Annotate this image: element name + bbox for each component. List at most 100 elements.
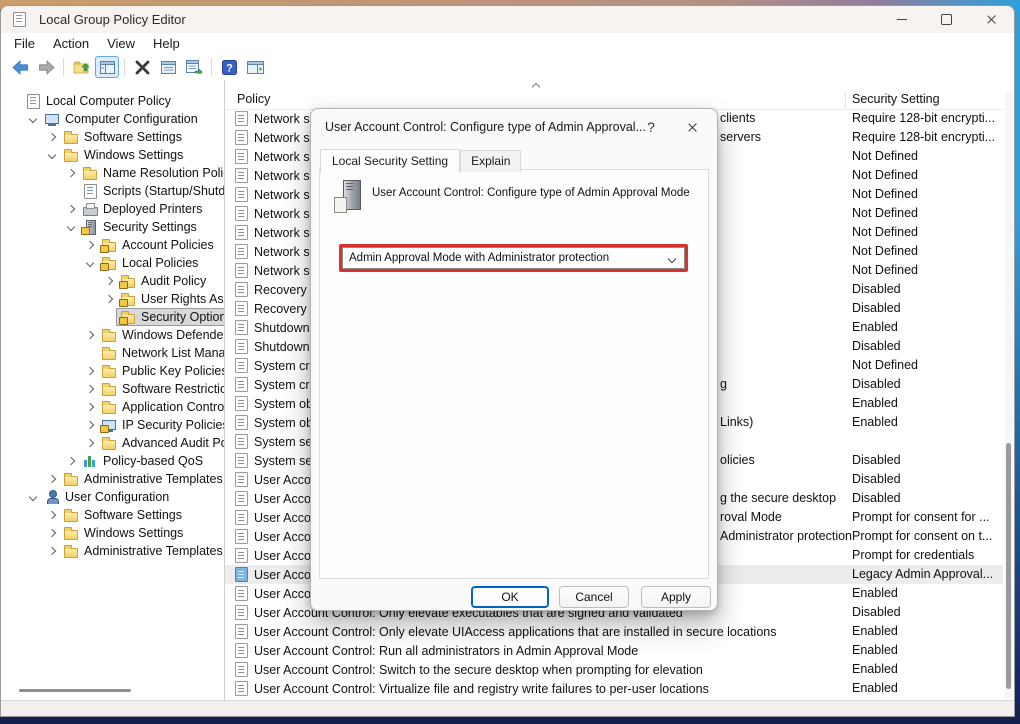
- scripts-icon: [82, 184, 98, 198]
- tree-item-software-settings[interactable]: Software Settings: [1, 128, 224, 146]
- apply-button[interactable]: Apply: [641, 586, 711, 608]
- tree-item-deployed-printers[interactable]: Deployed Printers: [1, 200, 224, 218]
- policy-name: Network s: [254, 188, 310, 202]
- tree-item-local-policies[interactable]: Local Policies: [1, 254, 224, 272]
- tree-item-advanced-audit-policy[interactable]: Advanced Audit Policy: [1, 434, 224, 452]
- expander-open-icon[interactable]: [64, 220, 78, 234]
- expander-closed-icon[interactable]: [45, 472, 59, 486]
- expander-closed-icon[interactable]: [64, 202, 78, 216]
- maximize-button[interactable]: [924, 6, 969, 33]
- policy-name: Network s: [254, 264, 310, 278]
- expander-closed-icon[interactable]: [83, 328, 97, 342]
- security-setting-value: Enabled: [852, 415, 898, 429]
- tree-item-account-policies[interactable]: Account Policies: [1, 236, 224, 254]
- tree-item-label: Administrative Templates: [84, 544, 223, 558]
- tree-item-label: Audit Policy: [141, 274, 206, 288]
- menu-action[interactable]: Action: [44, 36, 98, 51]
- expander-closed-icon[interactable]: [102, 292, 116, 306]
- tree-item-application-control-po[interactable]: Application Control Po: [1, 398, 224, 416]
- dialog-close-button[interactable]: [677, 114, 707, 140]
- help-button[interactable]: ?: [217, 56, 241, 78]
- dialog-title-bar[interactable]: User Account Control: Configure type of …: [311, 109, 717, 145]
- folder-icon: [101, 328, 117, 342]
- tree-item-windows-settings[interactable]: Windows Settings: [1, 524, 224, 542]
- tab-local-security-setting[interactable]: Local Security Setting: [320, 149, 460, 173]
- column-header-policy[interactable]: Policy: [237, 92, 270, 106]
- policy-name: Network s: [254, 169, 310, 183]
- title-bar[interactable]: Local Group Policy Editor: [1, 6, 1014, 33]
- forward-button[interactable]: [34, 56, 58, 78]
- expander-closed-icon[interactable]: [45, 508, 59, 522]
- chevron-up-icon[interactable]: [532, 83, 540, 91]
- expander-closed-icon[interactable]: [83, 436, 97, 450]
- security-setting-value: Enabled: [852, 662, 898, 676]
- expander-closed-icon[interactable]: [45, 544, 59, 558]
- tree-item-windows-settings[interactable]: Windows Settings: [1, 146, 224, 164]
- tree-item-name-resolution-policy[interactable]: Name Resolution Policy: [1, 164, 224, 182]
- tab-explain[interactable]: Explain: [460, 150, 521, 172]
- expander-closed-icon[interactable]: [83, 238, 97, 252]
- policy-row[interactable]: User Account Control: Virtualize file an…: [225, 679, 1003, 698]
- expander-closed-icon[interactable]: [45, 130, 59, 144]
- tree-item-scripts-startup-shutdown[interactable]: Scripts (Startup/Shutdown: [1, 182, 224, 200]
- tree-item-user-configuration[interactable]: User Configuration: [1, 488, 224, 506]
- tree-item-administrative-templates[interactable]: Administrative Templates: [1, 542, 224, 560]
- folder-icon: [63, 544, 79, 558]
- tree-item-user-rights-assignr[interactable]: User Rights Assignr: [1, 290, 224, 308]
- tree-item-windows-defender-fire[interactable]: Windows Defender Fire: [1, 326, 224, 344]
- properties-button[interactable]: [156, 56, 180, 78]
- expander-closed-icon[interactable]: [83, 418, 97, 432]
- expander-closed-icon[interactable]: [83, 382, 97, 396]
- ok-button[interactable]: OK: [471, 586, 549, 608]
- tree-item-computer-configuration[interactable]: Computer Configuration: [1, 110, 224, 128]
- export-list-button[interactable]: [182, 56, 206, 78]
- expander-closed-icon[interactable]: [45, 526, 59, 540]
- close-button[interactable]: [969, 6, 1014, 33]
- policy-row[interactable]: User Account Control: Run all administra…: [225, 641, 1003, 660]
- up-one-level-button[interactable]: [69, 56, 93, 78]
- show-action-pane-button[interactable]: [243, 56, 267, 78]
- expander-closed-icon[interactable]: [83, 400, 97, 414]
- expander-open-icon[interactable]: [26, 490, 40, 504]
- tree-item-network-list-manager[interactable]: Network List Manager: [1, 344, 224, 362]
- column-header-security-setting[interactable]: Security Setting: [852, 92, 940, 106]
- expander-closed-icon[interactable]: [64, 166, 78, 180]
- expander-closed-icon[interactable]: [83, 364, 97, 378]
- list-vertical-scrollbar[interactable]: [1005, 91, 1013, 698]
- tree-item-local-computer-policy[interactable]: Local Computer Policy: [1, 92, 224, 110]
- policy-name: Recovery: [254, 283, 307, 297]
- expander-open-icon[interactable]: [45, 148, 59, 162]
- expander-closed-icon[interactable]: [64, 454, 78, 468]
- tree-item-software-restriction-pc[interactable]: Software Restriction Pc: [1, 380, 224, 398]
- tree-item-security-options[interactable]: Security Options: [1, 308, 224, 326]
- security-setting-value: Enabled: [852, 320, 898, 334]
- menu-help[interactable]: Help: [144, 36, 189, 51]
- scrollbar-thumb[interactable]: [1006, 443, 1011, 689]
- expander-open-icon[interactable]: [83, 256, 97, 270]
- tree-item-policy-based-qos[interactable]: Policy-based QoS: [1, 452, 224, 470]
- policy-row[interactable]: User Account Control: Only elevate UIAcc…: [225, 622, 1003, 641]
- tree-item-security-settings[interactable]: Security Settings: [1, 218, 224, 236]
- tree-item-administrative-templates[interactable]: Administrative Templates: [1, 470, 224, 488]
- menu-view[interactable]: View: [98, 36, 144, 51]
- delete-button[interactable]: [130, 56, 154, 78]
- lock-overlay-icon: [100, 263, 109, 271]
- expander-closed-icon[interactable]: [102, 274, 116, 288]
- security-setting-value: Not Defined: [852, 187, 918, 201]
- tree-item-audit-policy[interactable]: Audit Policy: [1, 272, 224, 290]
- minimize-button[interactable]: [879, 6, 924, 33]
- security-setting-value: Disabled: [852, 339, 901, 353]
- tree-horizontal-scrollbar[interactable]: [19, 689, 131, 692]
- show-console-tree-button[interactable]: [95, 56, 119, 78]
- dialog-help-button[interactable]: ?: [637, 114, 665, 140]
- column-divider[interactable]: [845, 92, 846, 108]
- expander-open-icon[interactable]: [26, 112, 40, 126]
- admin-approval-mode-combobox[interactable]: Admin Approval Mode with Administrator p…: [342, 247, 685, 269]
- tree-item-public-key-policies[interactable]: Public Key Policies: [1, 362, 224, 380]
- tree-item-software-settings[interactable]: Software Settings: [1, 506, 224, 524]
- policy-row[interactable]: User Account Control: Switch to the secu…: [225, 660, 1003, 679]
- menu-file[interactable]: File: [5, 36, 44, 51]
- cancel-button[interactable]: Cancel: [559, 586, 629, 608]
- back-button[interactable]: [8, 56, 32, 78]
- tree-item-ip-security-policies-on-l[interactable]: IP Security Policies on L: [1, 416, 224, 434]
